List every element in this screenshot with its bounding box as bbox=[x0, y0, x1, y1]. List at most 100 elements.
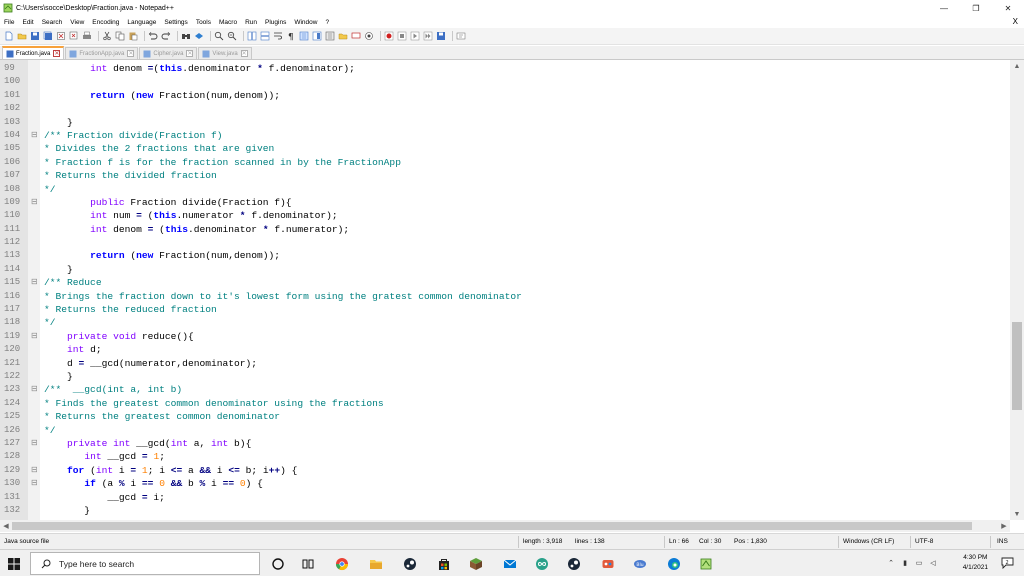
code-line[interactable]: 101 return (new Fraction(num,denom)); bbox=[0, 89, 1010, 102]
cut-icon[interactable] bbox=[102, 31, 112, 41]
code-line[interactable]: 99 int denom =(this.denominator * f.deno… bbox=[0, 62, 1010, 75]
close-all-icon[interactable] bbox=[69, 31, 79, 41]
fold-toggle-icon[interactable]: ⊟ bbox=[31, 464, 39, 477]
fold-toggle-icon[interactable]: ⊟ bbox=[31, 330, 39, 343]
menu-file[interactable]: File bbox=[0, 19, 18, 26]
code-line[interactable]: 117 * Returns the reduced fraction bbox=[0, 303, 1010, 316]
network-icon[interactable]: ▭ bbox=[914, 558, 924, 568]
games-taskbar-app[interactable] bbox=[598, 554, 618, 573]
eye-icon[interactable] bbox=[364, 31, 374, 41]
vertical-scrollbar[interactable]: ▲ ▼ bbox=[1010, 60, 1024, 520]
tab-cipher-java[interactable]: Cipher.java ✕ bbox=[139, 47, 198, 59]
save-icon[interactable] bbox=[30, 31, 40, 41]
mail-taskbar-app[interactable] bbox=[500, 554, 520, 573]
stream-taskbar-app[interactable] bbox=[532, 554, 552, 573]
code-line[interactable]: 116 * Brings the fraction down to it's lo… bbox=[0, 290, 1010, 303]
close-button[interactable]: ✕ bbox=[992, 0, 1024, 16]
status-eol-format[interactable]: Windows (CR LF) bbox=[843, 534, 894, 550]
store-taskbar-app[interactable] bbox=[434, 554, 454, 573]
code-line[interactable]: 127 ⊟ private int __gcd(int a, int b){ bbox=[0, 437, 1010, 450]
fold-toggle-icon[interactable]: ⊟ bbox=[31, 129, 39, 142]
scroll-up-icon[interactable]: ▲ bbox=[1010, 60, 1024, 72]
find-icon[interactable] bbox=[181, 31, 191, 41]
volume-icon[interactable]: ◁ bbox=[928, 558, 938, 568]
fold-toggle-icon[interactable]: ⊟ bbox=[31, 477, 39, 490]
code-line[interactable]: 106 * Fraction f is for the fraction scan… bbox=[0, 156, 1010, 169]
code-line[interactable]: 112 bbox=[0, 236, 1010, 249]
save-macro-icon[interactable] bbox=[436, 31, 446, 41]
code-line[interactable]: 125 * Returns the greatest common denomin… bbox=[0, 410, 1010, 423]
code-line[interactable]: 108 */ bbox=[0, 183, 1010, 196]
folder-workspace-icon[interactable] bbox=[338, 31, 348, 41]
copy-icon[interactable] bbox=[115, 31, 125, 41]
new-file-icon[interactable] bbox=[4, 31, 14, 41]
sync-horizontal-icon[interactable] bbox=[260, 31, 270, 41]
paste-icon[interactable] bbox=[128, 31, 138, 41]
code-line[interactable]: 102 bbox=[0, 102, 1010, 115]
code-line[interactable]: 129 ⊟ for (int i = 1; i <= a && i <= b; i… bbox=[0, 464, 1010, 477]
tab-fraction-java[interactable]: Fraction.java ✕ bbox=[2, 46, 65, 59]
notification-center-icon[interactable]: 2 bbox=[1001, 557, 1014, 569]
code-line[interactable]: 118 */ bbox=[0, 316, 1010, 329]
horizontal-scrollbar[interactable]: ◀ ▶ bbox=[0, 520, 1010, 532]
fold-toggle-icon[interactable]: ⊟ bbox=[31, 276, 39, 289]
code-line[interactable]: 128 int __gcd = 1; bbox=[0, 450, 1010, 463]
tab-close-icon[interactable]: ✕ bbox=[240, 50, 248, 57]
fold-toggle-icon[interactable]: ⊟ bbox=[31, 196, 39, 209]
zoom-out-icon[interactable] bbox=[227, 31, 237, 41]
cortana-button[interactable] bbox=[268, 554, 288, 573]
code-line[interactable]: 107 * Returns the divided fraction bbox=[0, 169, 1010, 182]
code-line[interactable]: 132 } bbox=[0, 504, 1010, 517]
steam-2-taskbar-app[interactable] bbox=[564, 554, 584, 573]
file-explorer-taskbar-app[interactable] bbox=[366, 554, 386, 573]
indent-guide-icon[interactable] bbox=[299, 31, 309, 41]
close-file-icon[interactable] bbox=[56, 31, 66, 41]
status-encoding[interactable]: UTF-8 bbox=[915, 534, 933, 550]
menu-tools[interactable]: Tools bbox=[192, 19, 215, 26]
code-line[interactable]: 121 d = __gcd(numerator,denominator); bbox=[0, 357, 1010, 370]
fold-toggle-icon[interactable]: ⊟ bbox=[31, 437, 39, 450]
code-line[interactable]: 131 __gcd = i; bbox=[0, 491, 1010, 504]
open-file-icon[interactable] bbox=[17, 31, 27, 41]
monitor-icon[interactable] bbox=[351, 31, 361, 41]
zoom-in-icon[interactable] bbox=[214, 31, 224, 41]
word-wrap-icon[interactable] bbox=[273, 31, 283, 41]
code-line[interactable]: 120 int d; bbox=[0, 343, 1010, 356]
tab-close-icon[interactable]: ✕ bbox=[127, 50, 135, 57]
menu-view[interactable]: View bbox=[66, 19, 88, 26]
steam-taskbar-app[interactable] bbox=[400, 554, 420, 573]
tab-view-java[interactable]: View.java ✕ bbox=[198, 47, 252, 59]
code-line[interactable]: 124 * Finds the greatest common denominat… bbox=[0, 397, 1010, 410]
horizontal-scroll-thumb[interactable] bbox=[12, 522, 972, 530]
start-button[interactable] bbox=[0, 550, 28, 576]
taskbar-search-box[interactable] bbox=[30, 552, 260, 575]
code-line[interactable]: 115 ⊟ /** Reduce bbox=[0, 276, 1010, 289]
menu-language[interactable]: Language bbox=[123, 19, 160, 26]
menu-search[interactable]: Search bbox=[38, 19, 67, 26]
task-view-button[interactable] bbox=[298, 554, 318, 573]
code-line[interactable]: 103 } bbox=[0, 116, 1010, 129]
menu-run[interactable]: Run bbox=[241, 19, 261, 26]
menu-settings[interactable]: Settings bbox=[160, 19, 192, 26]
code-line[interactable]: 114 } bbox=[0, 263, 1010, 276]
scroll-down-icon[interactable]: ▼ bbox=[1010, 508, 1024, 520]
code-line[interactable]: 109 ⊟ public Fraction divide(Fraction f){ bbox=[0, 196, 1010, 209]
close-document-button[interactable]: X bbox=[1013, 16, 1018, 28]
tab-close-icon[interactable]: ✕ bbox=[186, 50, 194, 57]
tab-close-icon[interactable]: ✕ bbox=[53, 50, 61, 57]
code-line[interactable]: 110 int num = (this.numerator * f.denomi… bbox=[0, 209, 1010, 222]
show-hidden-icons-icon[interactable]: ⌃ bbox=[886, 558, 896, 568]
code-line[interactable]: 130 ⊟ if (a % i == 0 && b % i == 0) { bbox=[0, 477, 1010, 490]
print-icon[interactable] bbox=[82, 31, 92, 41]
edge-taskbar-app[interactable] bbox=[664, 554, 684, 573]
sync-vertical-icon[interactable] bbox=[247, 31, 257, 41]
notepadpp-taskbar-app[interactable] bbox=[696, 554, 716, 573]
taskbar-search-input[interactable] bbox=[59, 558, 249, 569]
replace-icon[interactable] bbox=[194, 31, 204, 41]
minecraft-taskbar-app[interactable] bbox=[466, 554, 486, 573]
maximize-button[interactable]: ❐ bbox=[960, 0, 992, 16]
code-line[interactable]: 122 } bbox=[0, 370, 1010, 383]
code-line[interactable]: 111 int denom = (this.denominator * f.nu… bbox=[0, 223, 1010, 236]
taskbar-clock[interactable]: 4:30 PM 4/1/2021 bbox=[963, 553, 988, 573]
status-insert-mode[interactable]: INS bbox=[997, 534, 1008, 550]
